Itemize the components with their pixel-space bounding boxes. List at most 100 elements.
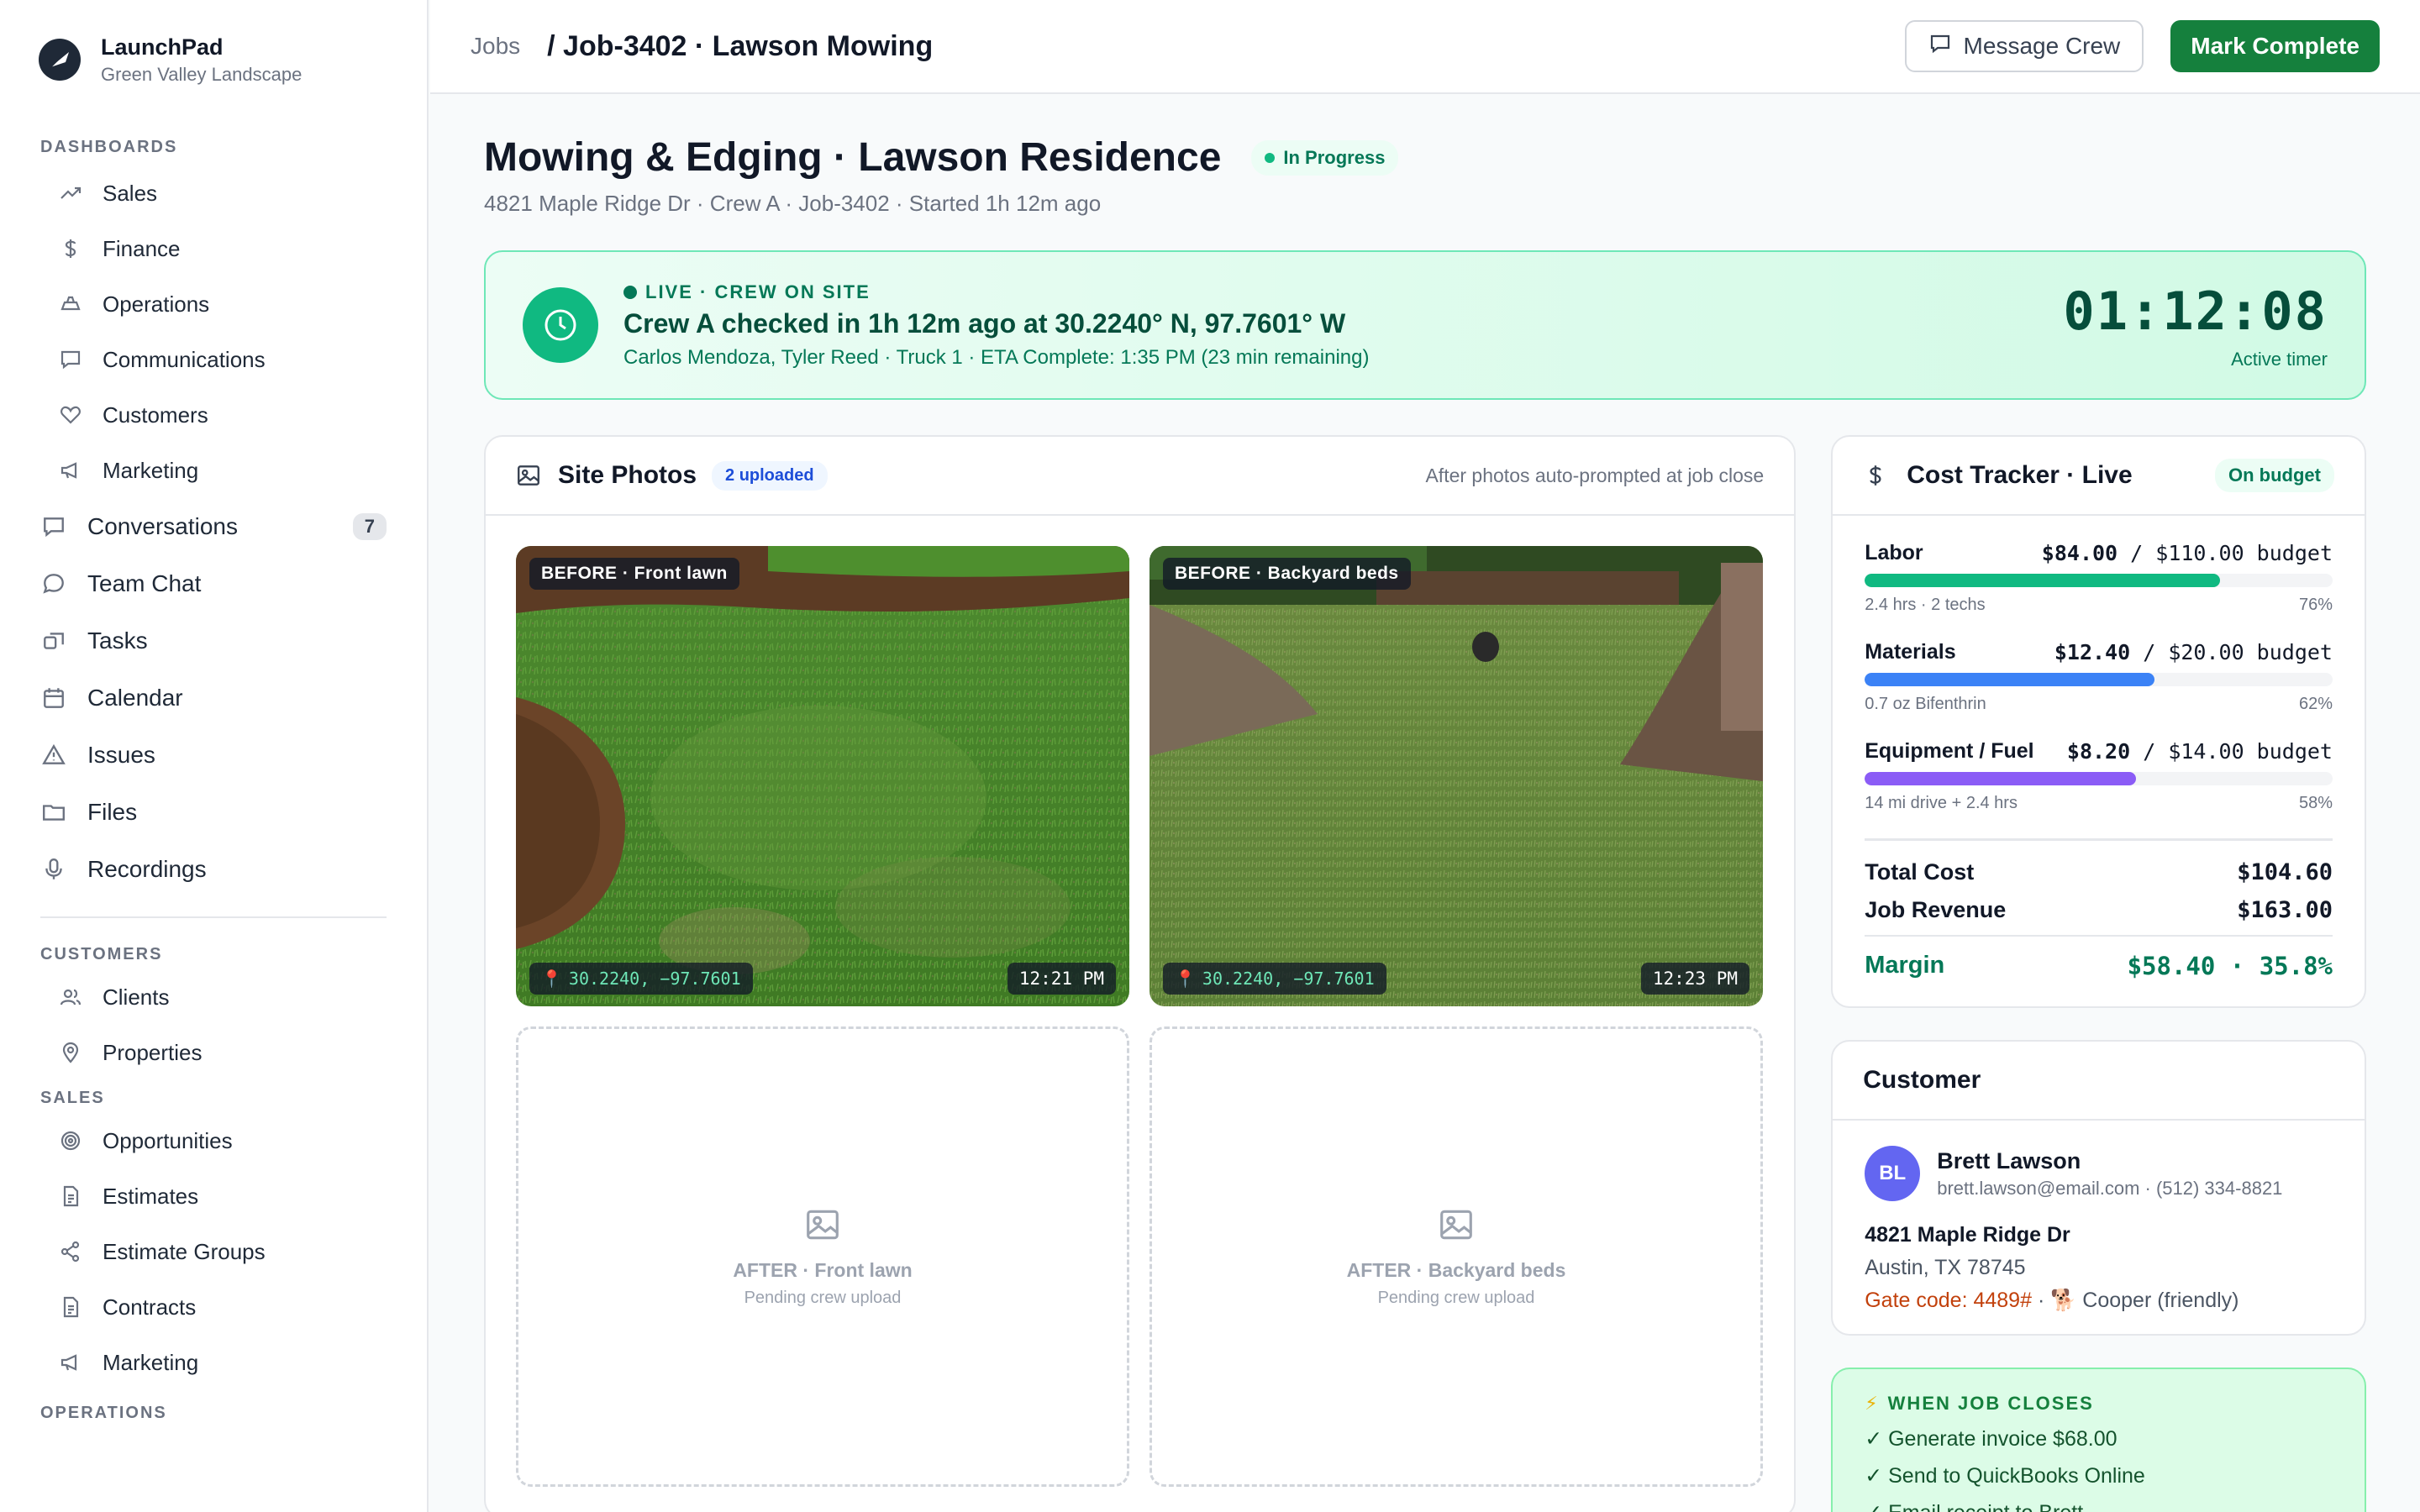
sidebar-item-opportunities[interactable]: Opportunities — [0, 1113, 427, 1168]
document-icon — [57, 1183, 84, 1210]
status-dot-icon — [1265, 152, 1276, 163]
after-photo-front-lawn-upload[interactable]: AFTER · Front lawn Pending crew upload — [516, 1026, 1129, 1487]
cost-detail: 14 mi drive + 2.4 hrs — [1865, 794, 2018, 812]
customer-card: Customer BL Brett Lawson brett.lawson@em… — [1831, 1040, 2366, 1336]
gps-value: 30.2240, −97.7601 — [568, 969, 741, 989]
sidebar-item-customers[interactable]: Customers — [0, 387, 427, 443]
sidebar-item-clients[interactable]: Clients — [0, 969, 427, 1025]
sidebar-item-contracts[interactable]: Contracts — [0, 1279, 427, 1335]
customer-name[interactable]: Brett Lawson — [1937, 1148, 2282, 1174]
sidebar-item-label: Issues — [87, 742, 155, 768]
sidebar-item-team-chat[interactable]: Team Chat — [0, 555, 427, 612]
dollar-icon — [57, 235, 84, 262]
customer-address-line1: 4821 Maple Ridge Dr — [1865, 1223, 2070, 1247]
total-cost-label: Total Cost — [1865, 859, 1975, 885]
after-photo-backyard-beds-upload[interactable]: AFTER · Backyard beds Pending crew uploa… — [1150, 1026, 1763, 1487]
breadcrumb-current: / Job-3402 · Lawson Mowing — [547, 29, 934, 62]
sidebar-item-label: Customers — [103, 402, 208, 428]
cost-progress-bar — [1865, 772, 2333, 785]
sidebar-item-marketing[interactable]: Marketing — [0, 443, 427, 498]
sidebar-item-files[interactable]: Files — [0, 784, 427, 841]
sidebar: LaunchPad Green Valley Landscape DASHBOA… — [0, 0, 429, 1512]
sidebar-item-label: Properties — [103, 1039, 203, 1065]
on-close-item: ✓ Email receipt to Brett — [1865, 1500, 2333, 1512]
live-tag: LIVE · CREW ON SITE — [623, 281, 1369, 303]
lightning-icon: ⚡ — [1865, 1393, 1880, 1414]
sidebar-item-issues[interactable]: Issues — [0, 727, 427, 784]
sidebar-item-calendar[interactable]: Calendar — [0, 669, 427, 727]
margin-label: Margin — [1865, 952, 1945, 979]
pin-icon: 📍 — [1175, 969, 1196, 989]
margin-row: Margin $58.40 · 35.8% — [1865, 952, 2333, 980]
nav-section-customers: CUSTOMERS — [40, 945, 163, 963]
cost-amount: $8.20 / $14.00 budget — [2067, 739, 2333, 764]
cost-spent: $84.00 — [2041, 541, 2118, 565]
cost-detail: 2.4 hrs · 2 techs — [1865, 596, 1986, 614]
sidebar-item-label: Calendar — [87, 685, 183, 711]
sidebar-item-sales-marketing[interactable]: Marketing — [0, 1335, 427, 1390]
sidebar-item-sales[interactable]: Sales — [0, 165, 427, 221]
cost-progress-bar — [1865, 673, 2333, 686]
trend-icon — [57, 180, 84, 207]
nav-section-operations: OPERATIONS — [40, 1404, 167, 1422]
sidebar-item-label: Team Chat — [87, 570, 202, 596]
breadcrumb-jobs[interactable]: Jobs — [471, 33, 520, 60]
target-icon — [57, 1127, 84, 1154]
before-photo-backyard-beds[interactable]: BEFORE · Backyard beds 📍 30.2240, −97.760… — [1150, 546, 1763, 1006]
sidebar-item-communications[interactable]: Communications — [0, 332, 427, 387]
photo-label: BEFORE · Front lawn — [529, 558, 739, 590]
cost-spent: $12.40 — [2054, 640, 2131, 664]
mark-complete-button[interactable]: Mark Complete — [2170, 20, 2380, 72]
cost-name: Labor — [1865, 541, 1923, 564]
photo-gps: 📍 30.2240, −97.7601 — [1163, 963, 1386, 995]
nav-section-dashboards: DASHBOARDS — [40, 138, 178, 156]
users-icon — [57, 984, 84, 1011]
sidebar-item-estimate-groups[interactable]: Estimate Groups — [0, 1224, 427, 1279]
after-photo-status: Pending crew upload — [744, 1288, 902, 1307]
backyard-photo-image — [1150, 546, 1763, 1006]
cost-progress-bar — [1865, 574, 2333, 587]
sidebar-item-recordings[interactable]: Recordings — [0, 841, 427, 898]
page-title: Mowing & Edging · Lawson Residence — [484, 135, 1222, 180]
message-crew-button[interactable]: Message Crew — [1904, 20, 2144, 72]
image-icon — [516, 463, 541, 488]
pin-icon — [57, 1039, 84, 1066]
before-photo-front-lawn[interactable]: BEFORE · Front lawn 📍 30.2240, −97.7601 1… — [516, 546, 1129, 1006]
cost-percent: 58% — [2298, 794, 2333, 812]
brand[interactable]: LaunchPad Green Valley Landscape — [0, 0, 427, 87]
sidebar-item-label: Finance — [103, 235, 181, 261]
warning-icon — [39, 740, 69, 770]
conversations-count-badge: 7 — [352, 513, 387, 540]
photo-time: 12:23 PM — [1640, 963, 1749, 995]
top-bar: Jobs / Job-3402 · Lawson Mowing Message … — [430, 0, 2420, 94]
sidebar-item-estimates[interactable]: Estimates — [0, 1168, 427, 1224]
customer-address-line2: Austin, TX 78745 — [1865, 1256, 2026, 1279]
sidebar-divider — [40, 916, 387, 918]
clock-icon — [523, 287, 598, 363]
cost-spent: $8.20 — [2066, 739, 2131, 764]
sidebar-item-operations[interactable]: Operations — [0, 276, 427, 332]
cost-name: Equipment / Fuel — [1865, 739, 2034, 763]
sidebar-item-label: Marketing — [103, 1349, 199, 1375]
job-revenue-label: Job Revenue — [1865, 897, 2007, 922]
photo-count-badge: 2 uploaded — [712, 460, 828, 491]
cost-progress-fill — [1865, 673, 2155, 686]
sidebar-item-properties[interactable]: Properties — [0, 1025, 427, 1080]
sidebar-item-finance[interactable]: Finance — [0, 221, 427, 276]
cost-separator — [1865, 838, 2333, 841]
sidebar-item-tasks[interactable]: Tasks — [0, 612, 427, 669]
cost-row-labor: Labor $84.00 / $110.00 budget 2.4 hrs · … — [1865, 541, 2333, 615]
tasks-icon — [39, 626, 69, 656]
status-badge: In Progress — [1251, 139, 1399, 176]
sidebar-item-conversations[interactable]: Conversations 7 — [0, 498, 427, 555]
sidebar-item-label: Conversations — [87, 513, 238, 539]
cost-detail: 0.7 oz Bifenthrin — [1865, 695, 1986, 713]
cost-tracker-card: Cost Tracker · Live On budget Labor $84.… — [1831, 435, 2366, 1008]
total-separator — [1865, 935, 2333, 937]
cost-name: Materials — [1865, 640, 1956, 664]
cost-budget: / $20.00 budget — [2143, 640, 2333, 664]
cost-amount: $12.40 / $20.00 budget — [2054, 640, 2333, 664]
customer-contact[interactable]: brett.lawson@email.com · (512) 334-8821 — [1937, 1178, 2282, 1200]
image-placeholder-icon — [804, 1206, 841, 1247]
header-actions: Message Crew Mark Complete — [1904, 20, 2380, 72]
